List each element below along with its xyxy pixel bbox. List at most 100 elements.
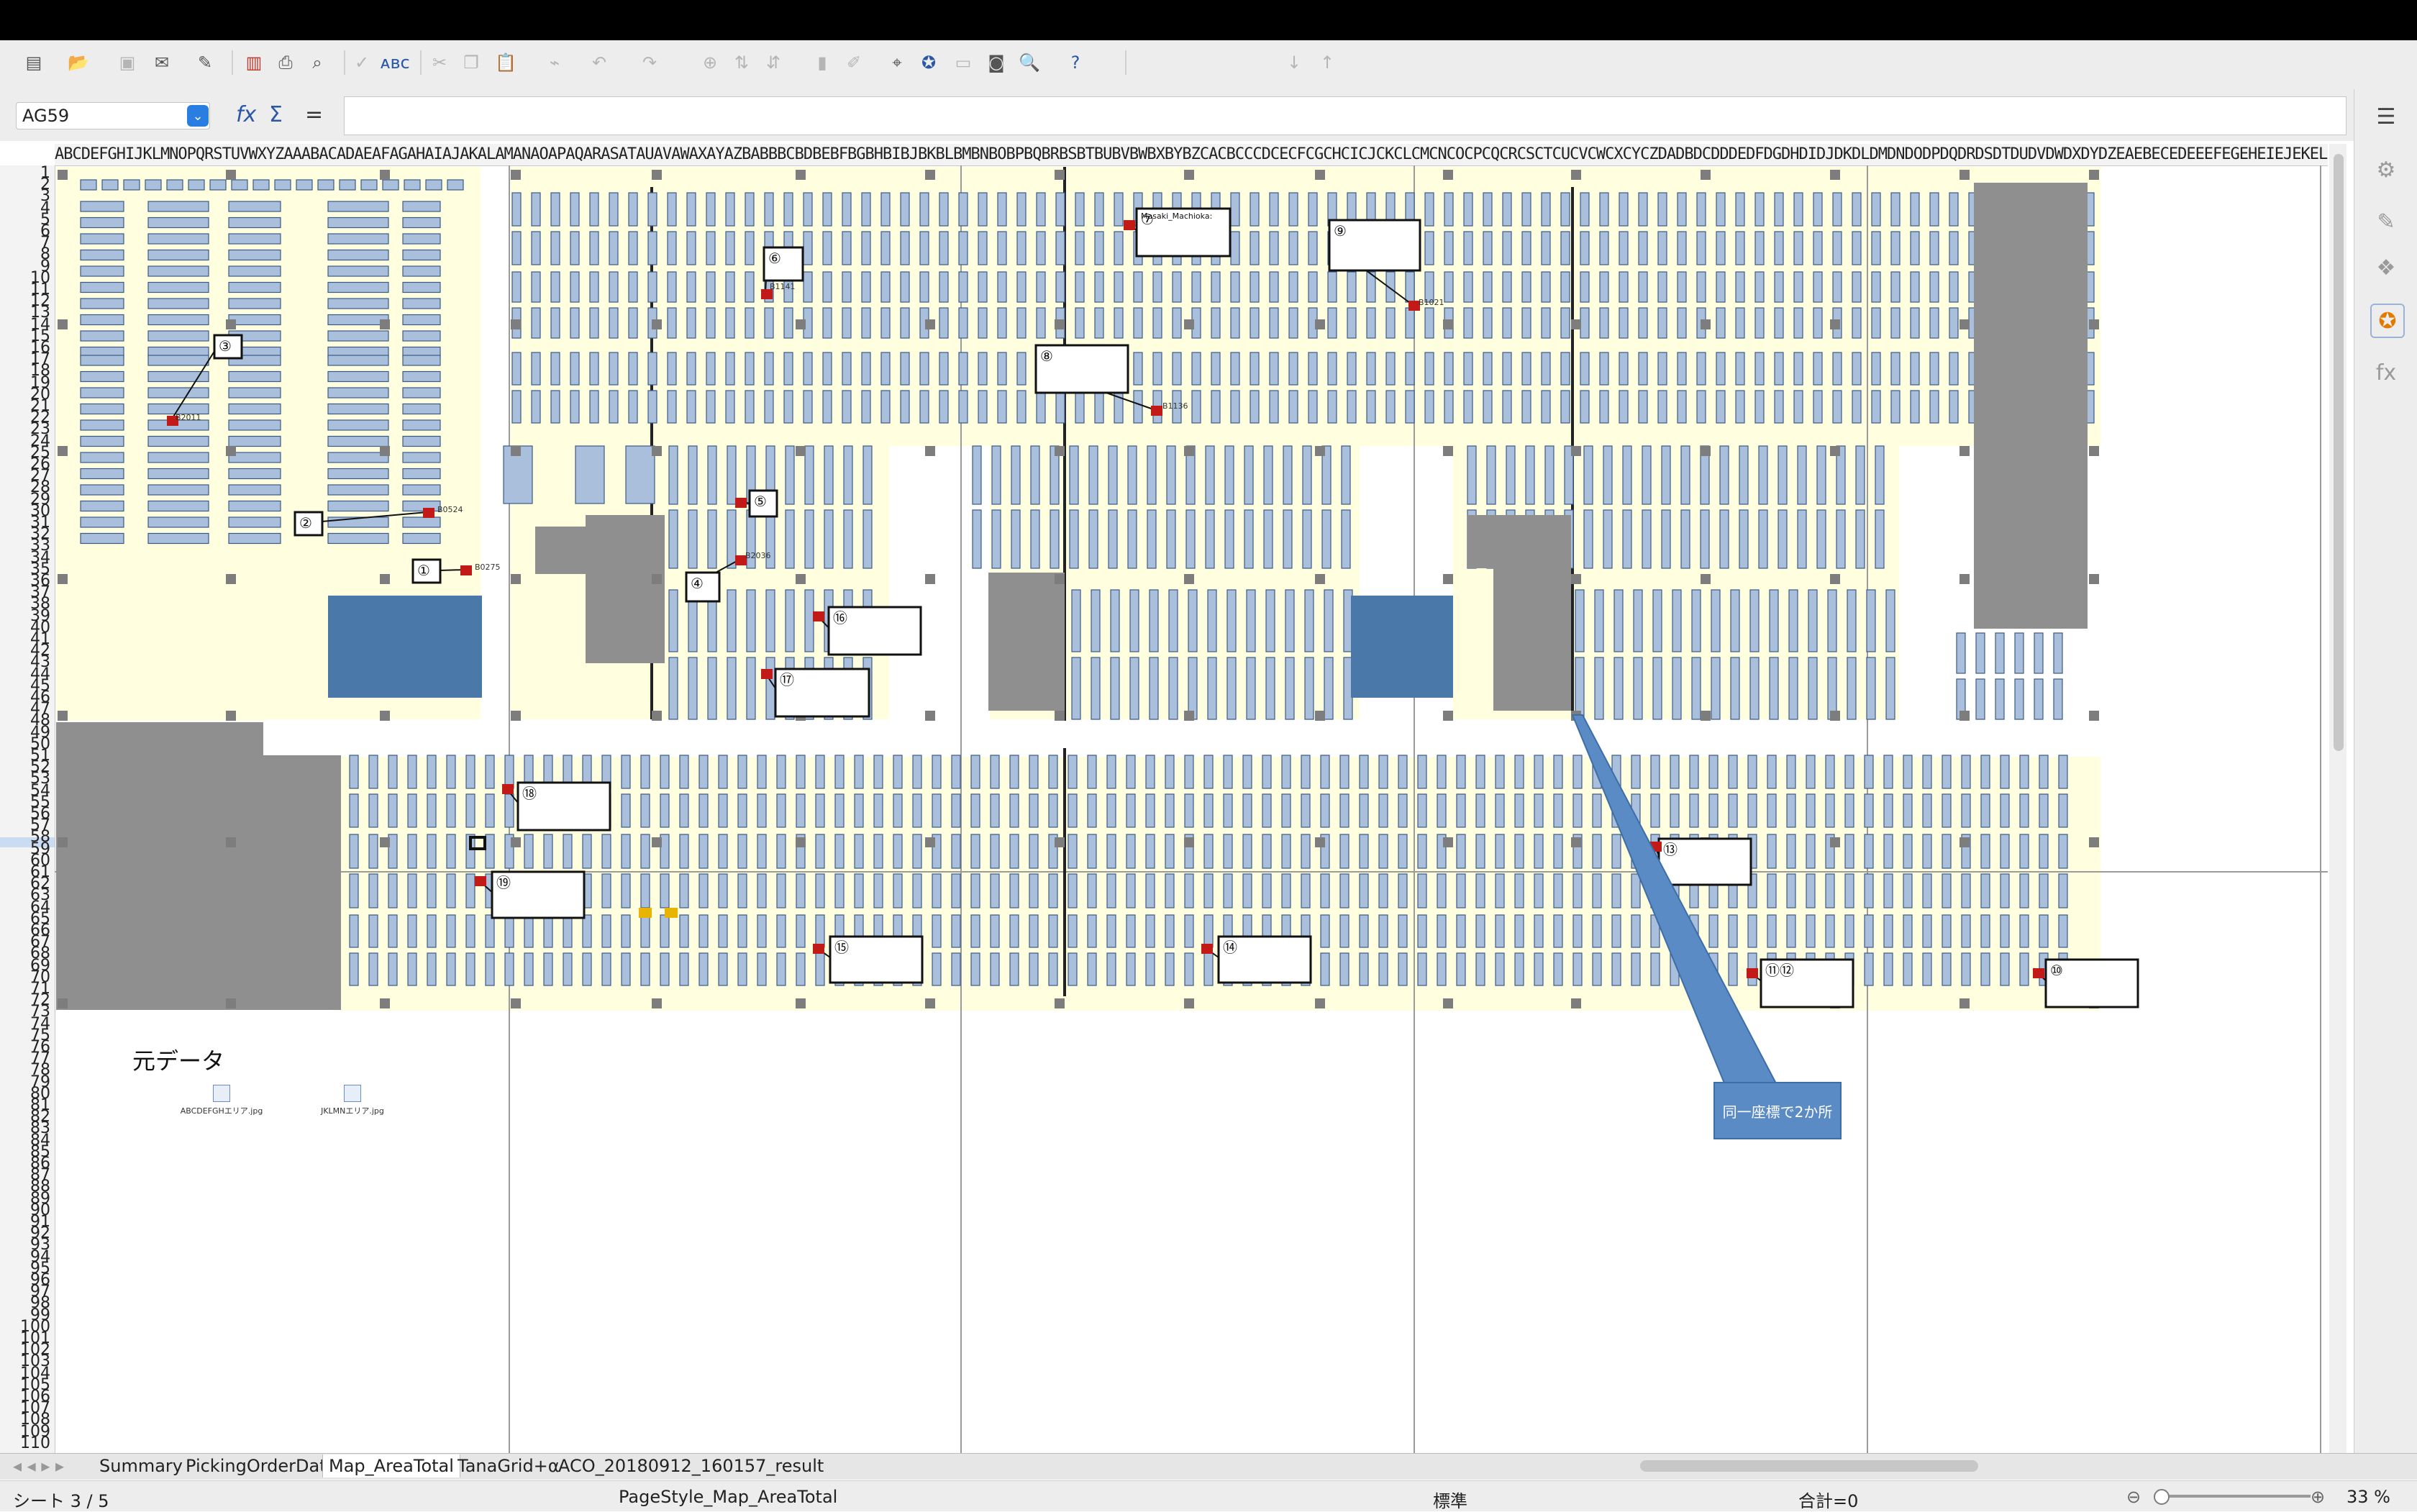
properties-icon[interactable]: ⚙ bbox=[2370, 154, 2402, 186]
rack-slot bbox=[628, 352, 638, 386]
row-header[interactable]: 1 2 3 4 5 6 7 8 9 10 11 12 13 14 15 16 17 18 19 20 21 22 23 24 2… bbox=[0, 165, 55, 1457]
horizontal-scrollbar-thumb[interactable] bbox=[1640, 1460, 1978, 1472]
rack-slot bbox=[803, 231, 813, 265]
rack-slot bbox=[1126, 834, 1136, 869]
rack-slot bbox=[1126, 755, 1136, 789]
rack-slot bbox=[1262, 873, 1272, 908]
selection-handle bbox=[58, 998, 68, 1008]
zoom-level[interactable]: 33 % bbox=[2347, 1487, 2390, 1507]
rack-slot bbox=[228, 532, 281, 545]
function-wizard-icon[interactable]: fx bbox=[236, 102, 256, 127]
styles-icon[interactable]: ✎ bbox=[2370, 206, 2402, 237]
save-icon[interactable]: ▣ bbox=[114, 49, 141, 76]
rack-slot bbox=[388, 793, 398, 828]
tab-tanagrid[interactable]: TanaGrid+α bbox=[452, 1454, 565, 1477]
new-icon[interactable]: ▤ bbox=[20, 49, 47, 76]
rack-slot bbox=[609, 231, 619, 265]
zoom-out-icon[interactable]: ⊖ bbox=[2126, 1487, 2141, 1507]
rack-slot bbox=[893, 873, 903, 908]
hyperlink-icon[interactable]: ⊕ bbox=[696, 49, 724, 76]
tab-map-area-total[interactable]: Map_AreaTotal bbox=[322, 1454, 460, 1477]
rack-slot bbox=[1613, 589, 1624, 652]
navigator-icon[interactable]: ✪ bbox=[915, 49, 942, 76]
rack-slot bbox=[1813, 352, 1823, 386]
help-icon[interactable]: ? bbox=[1062, 49, 1089, 76]
selection-handle bbox=[511, 574, 521, 584]
rack-slot bbox=[1283, 509, 1293, 569]
edit-icon[interactable]: ✎ bbox=[191, 49, 219, 76]
zoom-in-icon[interactable]: ⊕ bbox=[2311, 1487, 2325, 1507]
cut-icon[interactable]: ✂ bbox=[426, 49, 453, 76]
undo-icon[interactable]: ↶ bbox=[586, 49, 613, 76]
tab-summary[interactable]: Summary bbox=[94, 1454, 188, 1477]
open-icon[interactable]: 📂 bbox=[65, 49, 92, 76]
sort-asc-icon[interactable]: ⇅ bbox=[728, 49, 755, 76]
print-preview-icon[interactable]: ⌕ bbox=[304, 49, 331, 76]
tab-picking-order-data[interactable]: PickingOrderData bbox=[180, 1454, 342, 1477]
database-icon[interactable]: ◙ bbox=[983, 49, 1010, 76]
source-file-2[interactable]: JKLMNエリア.jpg bbox=[309, 1085, 396, 1116]
print-icon[interactable]: ⎙ bbox=[272, 49, 299, 76]
selection-handle bbox=[380, 170, 390, 180]
copy-icon[interactable]: ❐ bbox=[458, 49, 485, 76]
formula-input[interactable] bbox=[344, 96, 2347, 135]
rack-slot bbox=[317, 179, 334, 191]
column-header[interactable]: ABCDEFGHIJKLMNOPQRSTUVWXYZAAABACADAEAFAG… bbox=[55, 144, 2328, 166]
rack-slot bbox=[1728, 914, 1738, 948]
rack-slot bbox=[1242, 793, 1252, 828]
rack-slot bbox=[1642, 509, 1652, 569]
zoom-slider[interactable] bbox=[2155, 1495, 2311, 1498]
paste-icon[interactable]: 📋 bbox=[492, 49, 519, 76]
rack-slot bbox=[524, 834, 534, 869]
sidebar: ☰ ⚙ ✎ ❖ ✪ fx bbox=[2354, 89, 2417, 1466]
clone-icon[interactable]: ⌁ bbox=[541, 49, 568, 76]
chart-icon[interactable]: ▮ bbox=[809, 49, 836, 76]
vertical-scrollbar-thumb[interactable] bbox=[2334, 154, 2344, 751]
spellcheck-icon[interactable]: ✓ bbox=[348, 49, 375, 76]
callout-note[interactable]: 同一座標で2か所 bbox=[1713, 1082, 1842, 1139]
image-icon[interactable]: ▭ bbox=[950, 49, 977, 76]
draw-icon[interactable]: ✐ bbox=[840, 49, 868, 76]
sum-icon[interactable]: Σ bbox=[269, 102, 283, 127]
rack-slot bbox=[402, 281, 441, 293]
rack-slot bbox=[1075, 307, 1085, 339]
tab-nav-arrows[interactable]: ◂ ◂ ▸ ▸ bbox=[7, 1454, 70, 1477]
row-number[interactable]: 110 bbox=[0, 1435, 50, 1452]
rack-slot bbox=[402, 370, 441, 383]
navigator-sidebar-icon[interactable]: ✪ bbox=[2370, 304, 2405, 338]
rack-slot bbox=[349, 834, 359, 869]
autospell-icon[interactable]: ᴀʙᴄ bbox=[380, 49, 409, 76]
rack-slot bbox=[228, 500, 281, 512]
rack-slot bbox=[725, 307, 735, 339]
rack-slot bbox=[737, 755, 747, 789]
sidebar-menu-icon[interactable]: ☰ bbox=[2370, 101, 2402, 132]
rack-slot bbox=[1463, 352, 1473, 386]
zoom-slider-knob[interactable] bbox=[2154, 1489, 2170, 1505]
find-replace-icon[interactable]: ⌖ bbox=[883, 49, 911, 76]
functions-icon[interactable]: fx bbox=[2370, 357, 2402, 388]
rack-slot bbox=[1735, 352, 1745, 386]
rack-slot bbox=[1378, 873, 1388, 908]
source-file-1[interactable]: ABCDEFGHエリア.jpg bbox=[178, 1085, 265, 1116]
rack-slot bbox=[80, 281, 124, 293]
rack-slot bbox=[991, 445, 1001, 505]
rack-slot bbox=[563, 914, 573, 948]
rack-slot bbox=[1009, 873, 1019, 908]
find-prev-icon[interactable]: ↑ bbox=[1314, 49, 1341, 76]
sort-desc-icon[interactable]: ⇵ bbox=[760, 49, 787, 76]
zoom-icon[interactable]: 🔍 bbox=[1016, 49, 1043, 76]
rack-slot bbox=[1754, 352, 1765, 386]
rack-slot bbox=[1126, 793, 1136, 828]
name-box[interactable]: AG59 bbox=[16, 102, 210, 129]
pdf-icon[interactable]: ▥ bbox=[240, 49, 268, 76]
redo-icon[interactable]: ↷ bbox=[636, 49, 663, 76]
email-icon[interactable]: ✉ bbox=[148, 49, 176, 76]
tab-aco-result[interactable]: ACO_20180912_160157_result bbox=[552, 1454, 829, 1477]
find-next-icon[interactable]: ↓ bbox=[1280, 49, 1308, 76]
page-style[interactable]: PageStyle_Map_AreaTotal bbox=[619, 1487, 837, 1507]
language-status[interactable]: 標準 bbox=[1433, 1487, 1467, 1512]
gallery-icon[interactable]: ❖ bbox=[2370, 252, 2402, 283]
rack-slot bbox=[1631, 755, 1641, 789]
name-box-dropdown[interactable]: ⌄ bbox=[187, 105, 209, 127]
formula-icon[interactable]: = bbox=[305, 102, 323, 127]
